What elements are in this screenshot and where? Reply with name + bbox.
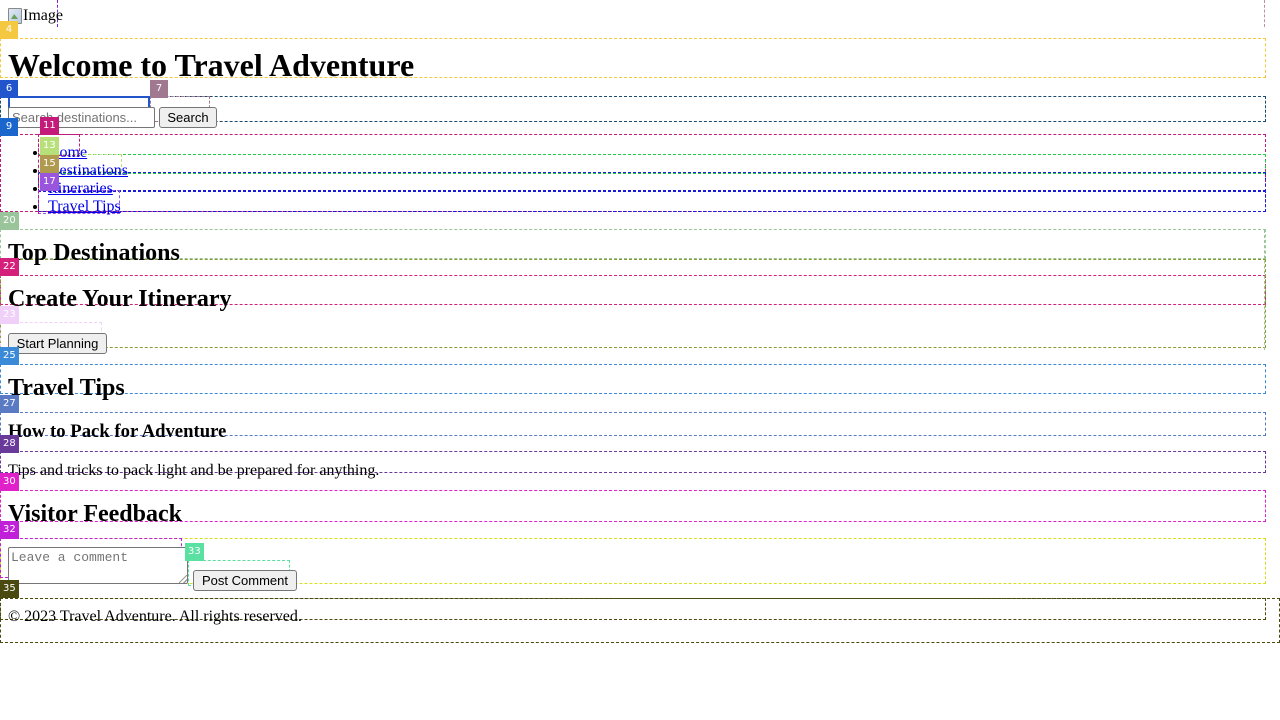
- annotation-line: [1264, 0, 1265, 27]
- nav-item-itineraries: Itineraries: [48, 180, 128, 198]
- tip-article-body: Tips and tricks to pack light and be pre…: [8, 462, 380, 479]
- footer-copyright: © 2023 Travel Adventure. All rights rese…: [8, 608, 302, 625]
- annotation-box-25: [0, 364, 1266, 394]
- start-planning-button[interactable]: Start Planning: [8, 333, 107, 354]
- annotation-box-32: [0, 538, 1266, 584]
- itinerary-heading: Create Your Itinerary: [8, 286, 232, 312]
- post-comment-button[interactable]: Post Comment: [193, 570, 297, 591]
- annotation-box-15: [38, 172, 1266, 192]
- page: 4 6 7 9 11 13 15 17 20 22 23 25 27 28 30…: [0, 0, 1280, 720]
- destinations-heading: Top Destinations: [8, 240, 180, 266]
- hero-image: Image: [8, 7, 63, 25]
- annotation-tag: 20: [0, 212, 19, 230]
- tip-article-title: How to Pack for Adventure: [8, 421, 227, 442]
- annotation-box-17: [38, 190, 1266, 212]
- annotation-box-20: [0, 229, 1266, 259]
- nav-link-itineraries[interactable]: Itineraries: [48, 180, 113, 197]
- search-button[interactable]: Search: [159, 107, 217, 128]
- annotation-box-13: [38, 154, 1266, 174]
- hero-image-alt: Image: [23, 7, 63, 24]
- nav-link-home[interactable]: Home: [48, 144, 87, 161]
- broken-image-icon: [8, 8, 22, 24]
- feedback-heading: Visitor Feedback: [8, 501, 182, 527]
- search-input[interactable]: [8, 107, 155, 128]
- main-nav: Home Destinations Itineraries Travel Tip…: [48, 144, 128, 216]
- annotation-line: [1264, 230, 1265, 350]
- comment-textarea[interactable]: [8, 547, 188, 584]
- nav-item-travel-tips: Travel Tips: [48, 198, 128, 216]
- nav-item-home: Home: [48, 144, 128, 162]
- page-title: Welcome to Travel Adventure: [8, 47, 415, 83]
- nav-item-destinations: Destinations: [48, 162, 128, 180]
- nav-link-travel-tips[interactable]: Travel Tips: [48, 198, 121, 215]
- annotation-line: [38, 134, 39, 214]
- annotation-box-9: [0, 134, 1266, 212]
- nav-link-destinations[interactable]: Destinations: [48, 162, 128, 179]
- tips-heading: Travel Tips: [8, 375, 125, 401]
- annotation-box-30: [0, 490, 1266, 522]
